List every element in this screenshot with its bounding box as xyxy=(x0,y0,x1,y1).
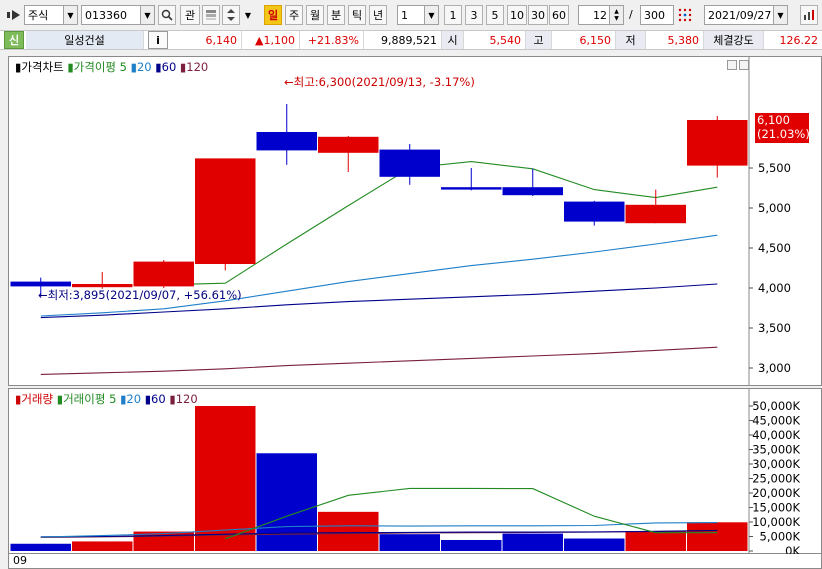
volume-tick-label: 30,000K xyxy=(752,457,800,471)
volume-tick-label: 45,000K xyxy=(752,414,800,428)
candle-body xyxy=(502,187,563,196)
volume-tick-label: 20,000K xyxy=(752,486,800,500)
candle-body xyxy=(133,261,194,287)
volume-bar xyxy=(318,511,379,551)
last-price-label: 6,100 xyxy=(757,113,790,127)
candle-body xyxy=(441,187,502,190)
volume-bar xyxy=(256,453,317,551)
candle-body xyxy=(625,204,686,224)
volume-tick-label: 5,000K xyxy=(760,530,801,544)
high-annotation: ←최고:6,300(2021/09/13, -3.17%) xyxy=(284,75,475,89)
volume-tick-label: 10,000K xyxy=(752,515,800,529)
candle-body xyxy=(10,281,71,287)
price-tick-label: 4,500 xyxy=(758,241,791,255)
volume-bar xyxy=(379,534,440,551)
price-ma120-line xyxy=(40,346,718,375)
candle-body xyxy=(318,136,379,153)
x-axis-label: 09 xyxy=(13,554,27,567)
volume-bar xyxy=(687,522,748,551)
volume-tick-label: 40,000K xyxy=(752,428,800,442)
volume-tick-label: 15,000K xyxy=(752,501,800,515)
last-rate-label: (21.03%) xyxy=(757,127,810,141)
price-tick-label: 3,000 xyxy=(758,361,791,375)
price-tick-label: 4,000 xyxy=(758,281,791,295)
candle-body xyxy=(564,201,625,222)
volume-bar xyxy=(441,539,502,551)
stock-chart-canvas: 3,0003,5004,0004,5005,0005,5000K5,000K10… xyxy=(10,57,810,558)
volume-bar xyxy=(564,538,625,551)
volume-bar xyxy=(10,543,71,551)
price-tick-label: 5,500 xyxy=(758,161,791,175)
x-axis-bar: 09 xyxy=(8,554,822,569)
price-tick-label: 3,500 xyxy=(758,321,791,335)
volume-tick-label: 35,000K xyxy=(752,443,800,457)
volume-tick-label: 25,000K xyxy=(752,472,800,486)
volume-bar xyxy=(502,533,563,551)
candle-body xyxy=(687,120,748,166)
low-annotation: ←최저:3,895(2021/09/07, +56.61%) xyxy=(38,288,242,302)
price-tick-label: 5,000 xyxy=(758,201,791,215)
volume-bar xyxy=(625,530,686,551)
candle-body xyxy=(379,149,440,177)
candle-body xyxy=(195,158,256,264)
volume-bar xyxy=(72,541,133,551)
volume-tick-label: 50,000K xyxy=(752,399,800,413)
candle-body xyxy=(72,284,133,288)
candle-body xyxy=(256,132,317,151)
